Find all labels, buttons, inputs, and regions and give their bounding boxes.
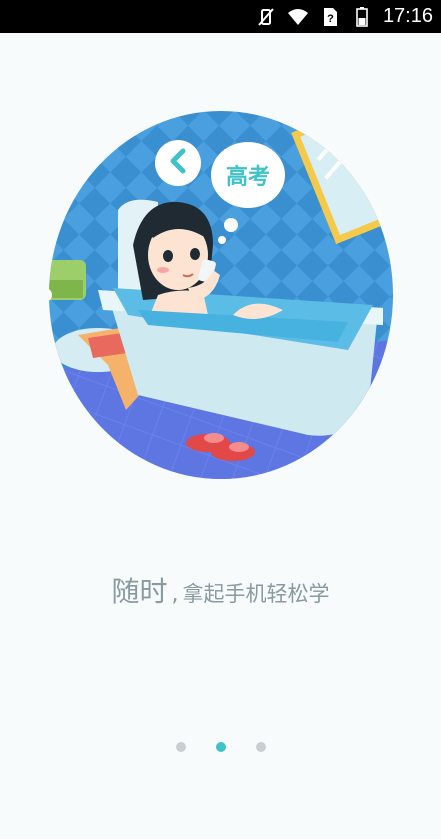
onboarding-illustration: 高考: [48, 110, 394, 480]
tagline-rest: 拿起手机轻松学: [182, 582, 330, 606]
tagline-emphasis: 随时: [111, 575, 168, 608]
vibrate-off-icon: [255, 6, 277, 28]
tagline-separator: ,: [171, 582, 179, 607]
page-dot-1: [175, 742, 186, 752]
no-sim-icon: ?: [319, 6, 341, 28]
chevron-left-icon: [167, 148, 189, 178]
battery-icon: [351, 6, 373, 28]
page-dot-2-active: [215, 742, 226, 752]
page-indicator: [0, 742, 441, 752]
status-time: 17:16: [382, 5, 433, 27]
page-dot-3: [255, 742, 266, 752]
thought-dot-2: [218, 236, 226, 244]
thought-bubble-back: [155, 140, 201, 186]
thought-bubble-text: 高考: [225, 165, 270, 190]
thought-dot-1: [224, 218, 238, 232]
wifi-icon: [287, 6, 309, 28]
tagline: 随时, 拿起手机轻松学: [0, 570, 441, 610]
thought-bubble: 高考: [211, 142, 285, 208]
svg-text:?: ?: [327, 13, 334, 25]
status-bar: ? 17:16: [0, 0, 441, 33]
